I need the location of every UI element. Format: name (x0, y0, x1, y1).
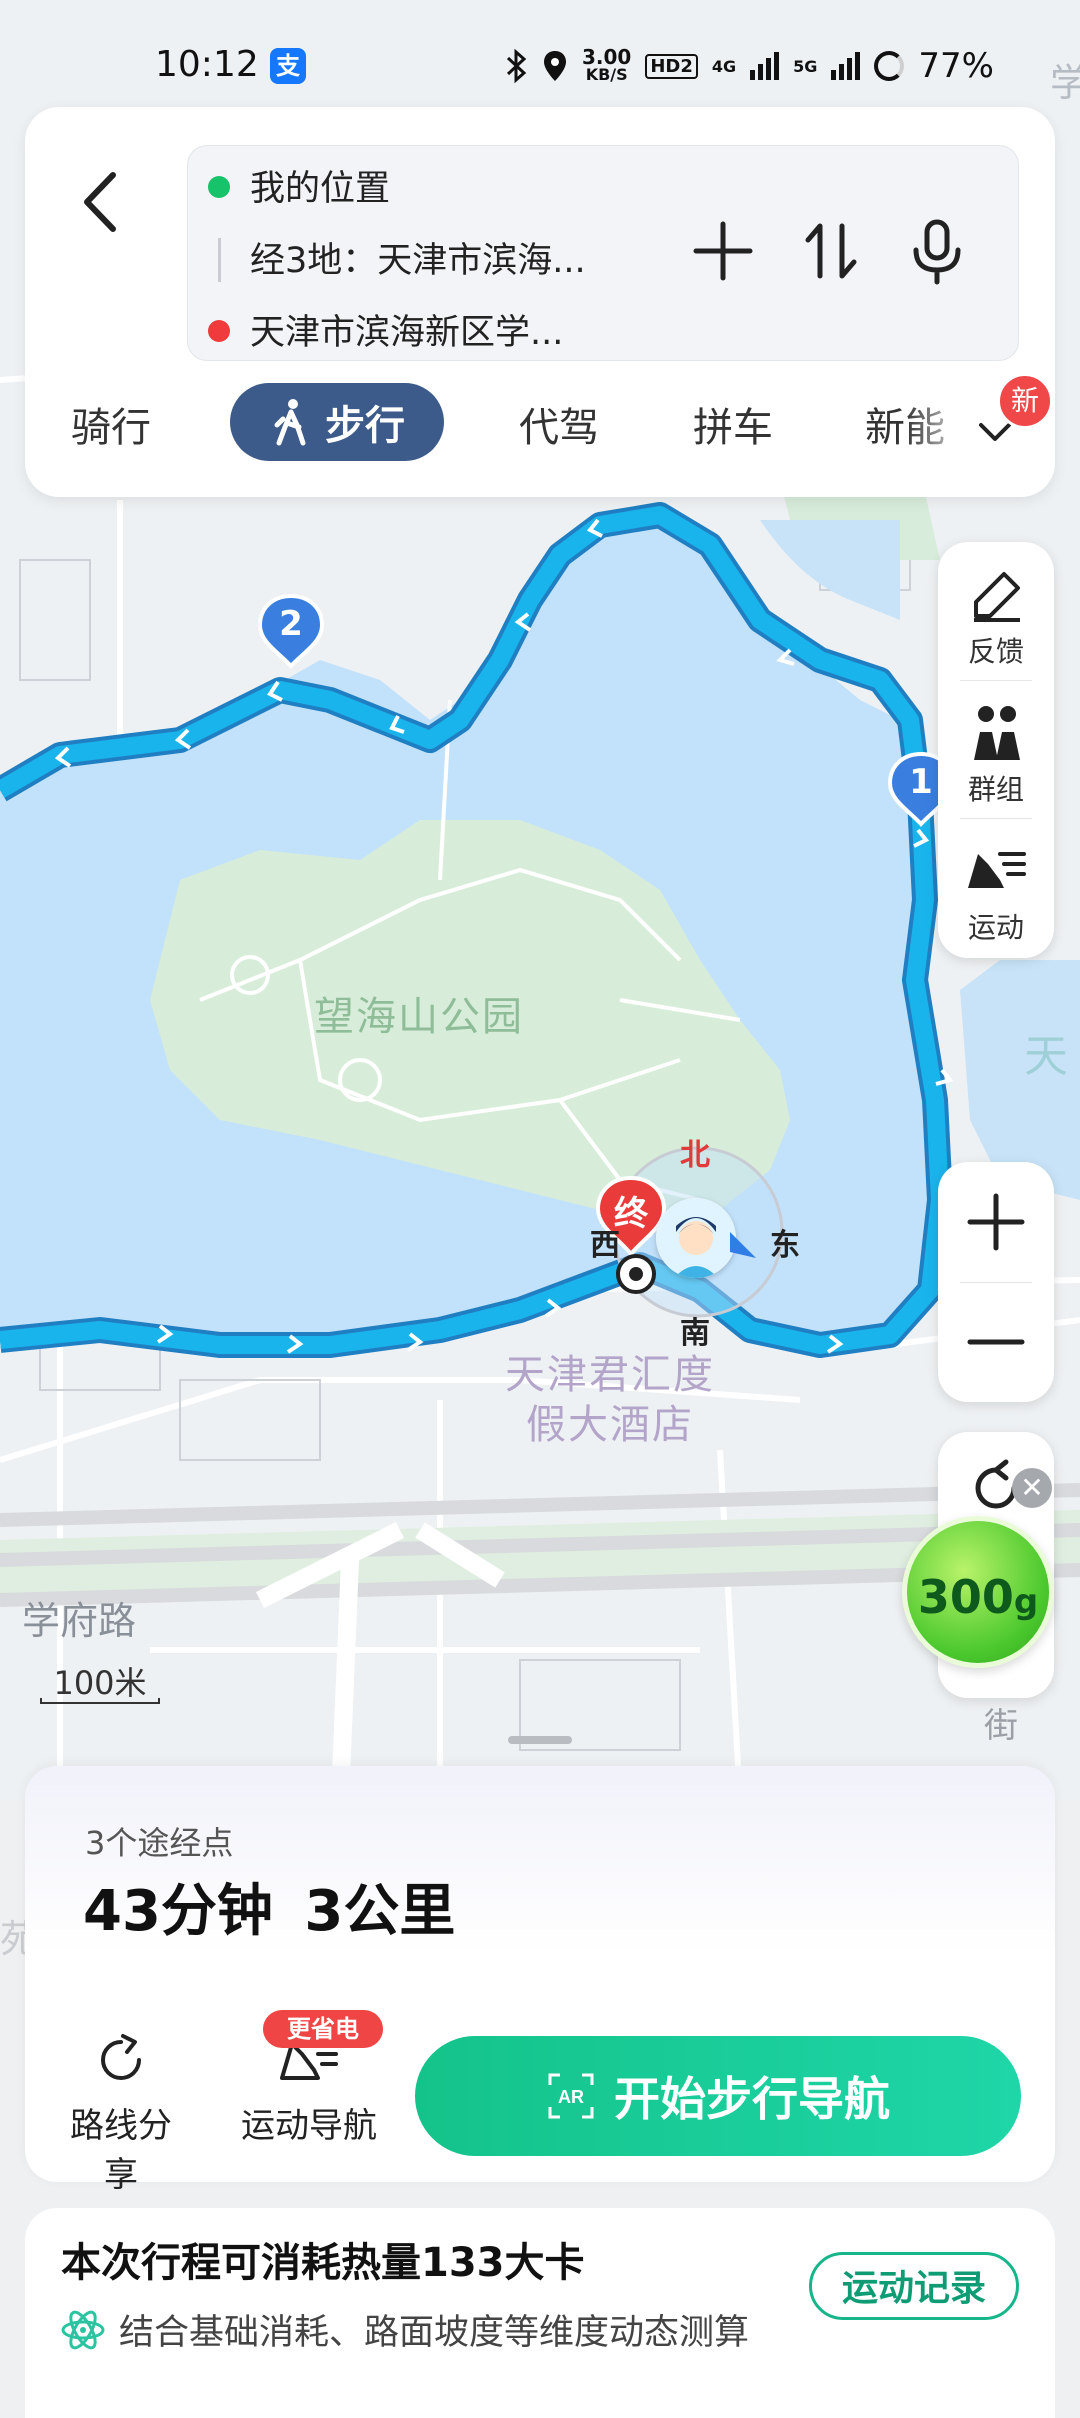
battery-icon (874, 51, 905, 81)
calorie-ball[interactable]: 300g (902, 1516, 1054, 1668)
via-field[interactable]: 经3地：天津市滨海... (250, 232, 586, 283)
panel-drag-handle[interactable] (508, 1736, 572, 1744)
sport-button[interactable]: 运动 (938, 818, 1054, 956)
start-point-icon (616, 1254, 656, 1294)
share-route-button[interactable]: 路线分享 (61, 2032, 181, 2196)
microphone-icon (913, 219, 961, 285)
feedback-label: 反馈 (967, 635, 1024, 668)
zoom-control (938, 1162, 1054, 1402)
route-input-box: 我的位置 经3地：天津市滨海... 天津市滨海新区学... (187, 145, 1019, 361)
avatar-icon (656, 1198, 736, 1278)
sport-navigation-button[interactable]: 运动导航 (237, 2032, 381, 2147)
user-avatar[interactable] (656, 1198, 736, 1278)
tab-carpool[interactable]: 拼车 (693, 395, 773, 453)
via-divider (218, 238, 221, 282)
tab-walking-label: 步行 (325, 403, 405, 449)
running-shoe-icon (968, 852, 1026, 888)
plus-icon (967, 1193, 1025, 1251)
group-button[interactable]: 群组 (938, 680, 1054, 818)
tabs-fade (905, 381, 975, 477)
atom-icon (61, 2310, 105, 2350)
waypoint-2-marker[interactable]: 2 (256, 592, 326, 670)
start-navigation-label: 开始步行导航 (614, 2072, 890, 2126)
destination-field[interactable]: 天津市滨海新区学... (250, 304, 563, 355)
map-side-tools: 反馈 群组 运动 (938, 542, 1054, 958)
signal-bars-icon (750, 52, 780, 80)
swap-icon (805, 223, 857, 279)
calorie-ball-unit: g (1013, 1582, 1039, 1622)
direction-arrow-icon (730, 1232, 756, 1258)
net-speed-value: 3.00 (582, 45, 632, 69)
sport-record-button[interactable]: 运动记录 (809, 2252, 1019, 2320)
swap-route-button[interactable] (796, 216, 866, 286)
compass-west: 西 (590, 1228, 620, 1263)
tab-chauffeur[interactable]: 代驾 (519, 395, 599, 453)
power-saving-badge: 更省电 (263, 2010, 383, 2048)
travel-mode-tabs: 骑行 步行 代驾 拼车 新能 新 (25, 373, 1055, 477)
signal-5g-label: 5G (793, 56, 818, 76)
back-button[interactable] (65, 157, 145, 247)
svg-text:AR: AR (558, 2087, 584, 2107)
ar-icon: AR (548, 2073, 594, 2119)
voice-input-button[interactable] (902, 216, 972, 286)
status-bar: 10:12 支 3.00 KB/S HD2 4G 5G 77% (0, 0, 1080, 96)
zoom-out-button[interactable] (938, 1282, 1054, 1402)
status-time: 10:12 (155, 44, 259, 85)
calorie-ball-close-button[interactable]: ✕ (1012, 1468, 1052, 1508)
share-icon (101, 2034, 141, 2080)
edge-label-jie: 街 (984, 1706, 1018, 1746)
destination-dot-icon (208, 320, 230, 342)
origin-dot-icon (208, 176, 230, 198)
hotel-label: 天津君汇度 假大酒店 (505, 1350, 715, 1450)
hotel-label-line2: 假大酒店 (526, 1402, 694, 1448)
feedback-button[interactable]: 反馈 (938, 542, 1054, 680)
road-label: 学府路 (22, 1599, 137, 1643)
share-route-label: 路线分享 (70, 2106, 172, 2195)
edge-label-tian: 天 (1024, 1031, 1068, 1082)
hd-voice-icon: HD2 (645, 53, 698, 79)
bluetooth-icon (506, 49, 527, 83)
group-label: 群组 (967, 773, 1024, 806)
status-icons: 3.00 KB/S HD2 4G 5G 77% (504, 46, 994, 86)
signal-bars-icon (831, 52, 861, 80)
park-label: 望海山公园 (314, 994, 524, 1040)
compass-south: 南 (680, 1316, 710, 1351)
signal-4g-label: 4G (711, 56, 737, 76)
alipay-notification-icon: 支 (270, 48, 306, 84)
plus-icon (693, 221, 753, 281)
tab-walking[interactable]: 步行 (230, 383, 444, 461)
add-waypoint-button[interactable] (688, 216, 758, 286)
zoom-in-button[interactable] (938, 1162, 1054, 1282)
net-speed: 3.00 KB/S (582, 45, 632, 84)
compass-north: 北 (680, 1138, 710, 1173)
calorie-title: 本次行程可消耗热量133大卡 (61, 2240, 585, 2286)
hotel-label-line1: 天津君汇度 (505, 1352, 715, 1398)
route-summary-card: 3个途经点 43分钟 3公里 路线分享 运动导航 更省电 AR 开始步行导航 (25, 1766, 1055, 2195)
compass-east: 东 (770, 1228, 800, 1263)
route-summary: 43分钟 3公里 (83, 1879, 456, 1944)
calorie-info-card: 本次行程可消耗热量133大卡 结合基础消耗、路面坡度等维度动态测算 运动记录 (25, 2208, 1055, 2418)
back-arrow-icon (84, 172, 116, 232)
group-people-icon (974, 706, 1020, 760)
sport-label: 运动 (967, 911, 1024, 944)
calorie-description: 结合基础消耗、路面坡度等维度动态测算 (119, 2313, 750, 2353)
calorie-ball-value: 300 (917, 1570, 1014, 1624)
origin-field[interactable]: 我的位置 (250, 160, 390, 211)
net-speed-unit: KB/S (585, 65, 628, 84)
start-walking-navigation-button[interactable]: AR 开始步行导航 (415, 2036, 1021, 2156)
walking-icon (274, 399, 306, 446)
sport-navigation-label: 运动导航 (241, 2106, 377, 2146)
pond-ne (760, 520, 900, 620)
tab-cycling[interactable]: 骑行 (71, 395, 151, 453)
battery-percent: 77% (918, 46, 994, 86)
waypoint-count: 3个途经点 (85, 1824, 234, 1862)
new-badge: 新 (997, 373, 1053, 429)
location-icon (544, 51, 566, 81)
edit-pen-icon (974, 572, 1020, 622)
minus-icon (967, 1339, 1025, 1345)
route-search-card: 我的位置 经3地：天津市滨海... 天津市滨海新区学... 骑行 步行 代驾 拼… (25, 107, 1055, 497)
waypoint-2-number: 2 (279, 604, 303, 644)
scale-bar (40, 1698, 160, 1704)
